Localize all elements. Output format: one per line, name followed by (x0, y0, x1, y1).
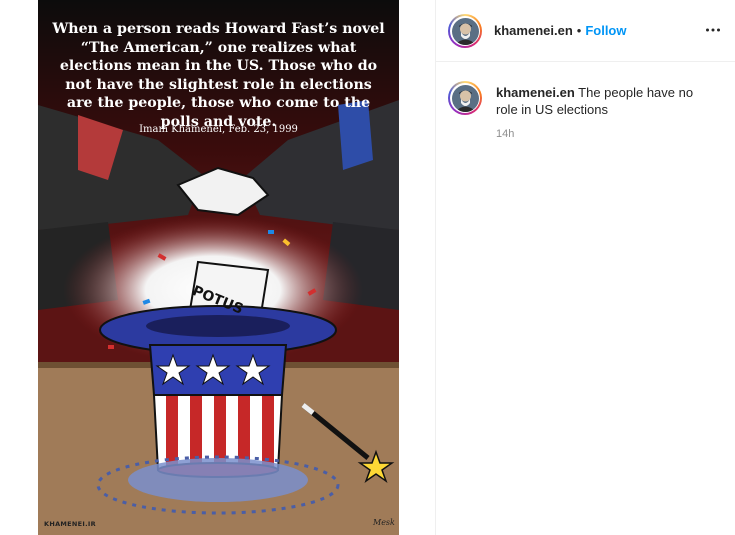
username-link[interactable]: khamenei.en (494, 23, 573, 38)
watermark: KHAMENEI.IR (44, 520, 96, 528)
caption: khamenei.en The people have no role in U… (496, 84, 716, 118)
avatar-image (451, 17, 479, 45)
separator-dot: • (576, 23, 582, 38)
quote-text: When a person reads Howard Fast’s novel … (52, 21, 385, 130)
post-image[interactable]: When a person reads Howard Fast’s novel … (38, 0, 399, 535)
avatar[interactable] (448, 14, 482, 48)
header-identity: khamenei.en • Follow (494, 23, 627, 38)
follow-button[interactable]: Follow (585, 23, 626, 38)
post-header: khamenei.en • Follow (435, 0, 735, 62)
artist-signature: Mesk (373, 518, 395, 527)
more-horizontal-icon[interactable] (705, 22, 721, 38)
comments-section: khamenei.en The people have no role in U… (435, 62, 735, 535)
side-panel: khamenei.en • Follow khamenei.en The peo… (435, 0, 735, 535)
caption-username-link[interactable]: khamenei.en (496, 85, 575, 100)
media-panel: When a person reads Howard Fast’s novel … (0, 0, 435, 535)
post-timestamp[interactable]: 14h (496, 128, 514, 140)
caption-avatar[interactable] (448, 81, 482, 115)
quote-attribution: Imam Khamenei, Feb. 23, 1999 (139, 124, 298, 135)
avatar-image (451, 84, 479, 112)
